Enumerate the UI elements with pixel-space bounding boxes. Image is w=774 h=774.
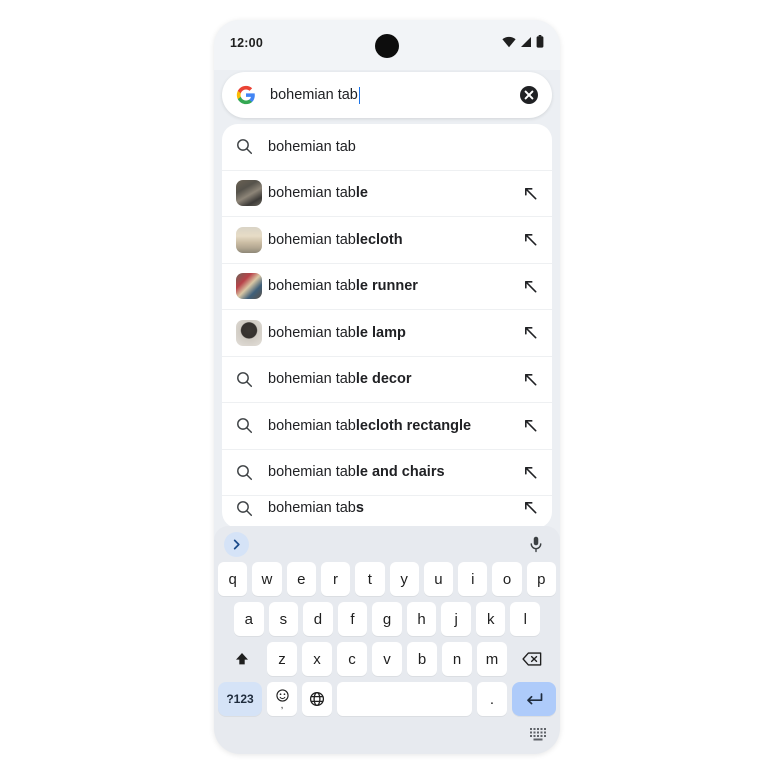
search-icon [236,371,268,388]
key-e[interactable]: e [286,562,316,596]
close-circle-icon[interactable] [520,86,538,104]
keyboard-row-1: q w e r t y u i o p [214,562,560,596]
search-bar[interactable]: bohemian tab [222,72,552,118]
key-n[interactable]: n [442,642,472,676]
arrow-up-left-icon[interactable] [516,279,538,294]
suggestion-row-1[interactable]: bohemian table [222,171,552,217]
screenshot-canvas: 12:00 bohemian tab bohemian tab bohemian… [0,0,774,774]
suggestion-text: bohemian tablecloth [268,231,403,248]
tablecloth-photo-thumbnail [236,226,268,253]
symbols-toggle-key[interactable]: ?123 [218,682,262,716]
key-a[interactable]: a [233,602,264,636]
key-b[interactable]: b [407,642,437,676]
keyboard-suggestion-strip [214,526,560,562]
key-f[interactable]: f [337,602,368,636]
key-m[interactable]: m [477,642,507,676]
language-globe-icon[interactable] [302,682,332,716]
key-h[interactable]: h [406,602,437,636]
status-bar-clock: 12:00 [230,36,263,50]
battery-icon [536,35,544,48]
suggestion-row-0[interactable]: bohemian tab [222,124,552,171]
arrow-up-left-icon[interactable] [516,418,538,433]
phone-frame: 12:00 bohemian tab bohemian tab bohemian… [214,20,560,754]
suggestion-text: bohemian table lamp [268,324,406,341]
suggestion-text: bohemian table [268,185,368,202]
key-y[interactable]: y [389,562,419,596]
key-x[interactable]: x [302,642,332,676]
on-screen-keyboard: q w e r t y u i o p a s d f g h j k l z … [214,526,560,754]
backspace-icon[interactable] [512,642,552,676]
search-icon [236,500,268,517]
keyboard-row-4: ?123 , . [214,682,560,716]
key-q[interactable]: q [218,562,248,596]
comma-label: , [280,700,284,711]
search-input[interactable]: bohemian tab [270,86,520,104]
key-k[interactable]: k [475,602,506,636]
cellular-signal-icon [520,36,532,48]
key-u[interactable]: u [423,562,454,596]
suggestions-sheet: bohemian tab bohemian table bohemian tab… [222,124,552,528]
suggestion-text: bohemian tab [268,138,356,155]
key-o[interactable]: o [492,562,522,596]
keyboard-switcher-icon[interactable] [530,728,546,742]
arrow-up-left-icon[interactable] [516,465,538,480]
wifi-icon [502,36,516,48]
space-key[interactable] [337,682,472,716]
suggestion-row-3[interactable]: bohemian table runner [222,264,552,310]
keyboard-row-3: z x c v b n m [214,642,560,676]
keyboard-bottom-bar [214,722,560,754]
key-v[interactable]: v [372,642,402,676]
suggestion-row-8[interactable]: bohemian tabs [222,496,552,526]
key-w[interactable]: w [252,562,282,596]
search-icon [236,464,268,481]
microphone-icon[interactable] [526,534,546,554]
front-camera-dot [375,34,399,58]
keyboard-row-2: a s d f g h j k l [214,602,560,636]
key-j[interactable]: j [441,602,471,636]
text-caret [358,86,361,104]
emoji-smiley-icon[interactable]: , [267,682,297,716]
key-z[interactable]: z [267,642,297,676]
table-photo-thumbnail [236,180,268,207]
suggestion-row-4[interactable]: bohemian table lamp [222,310,552,357]
suggestion-row-2[interactable]: bohemian tablecloth [222,217,552,264]
key-l[interactable]: l [510,602,541,636]
suggestion-row-5[interactable]: bohemian table decor [222,357,552,403]
suggestion-text: bohemian table decor [268,371,412,388]
search-input-value: bohemian tab [270,87,358,103]
suggestion-text: bohemian tabs [268,500,364,516]
table-runner-photo-thumbnail [236,273,268,300]
status-bar-icons [502,35,544,48]
table-lamp-photo-thumbnail [236,319,268,346]
search-icon [236,417,268,434]
suggestion-row-6[interactable]: bohemian tablecloth rectangle [222,403,552,450]
key-r[interactable]: r [320,562,351,596]
shift-up-icon[interactable] [222,642,262,676]
key-i[interactable]: i [458,562,488,596]
key-d[interactable]: d [303,602,333,636]
suggestion-text: bohemian table and chairs [268,464,445,481]
suggestion-text: bohemian table runner [268,278,418,295]
chevron-right-icon[interactable] [224,532,249,557]
arrow-up-left-icon[interactable] [516,232,538,247]
period-key[interactable]: . [477,682,507,716]
arrow-up-left-icon[interactable] [516,325,538,340]
suggestion-row-7[interactable]: bohemian table and chairs [222,450,552,496]
suggestion-text: bohemian tablecloth rectangle [268,417,472,434]
search-icon [236,138,268,155]
enter-return-icon[interactable] [512,682,556,716]
key-t[interactable]: t [355,562,385,596]
key-p[interactable]: p [526,562,556,596]
key-c[interactable]: c [337,642,367,676]
key-s[interactable]: s [268,602,299,636]
google-g-icon [236,85,256,105]
status-bar: 12:00 [214,20,560,70]
arrow-up-left-icon[interactable] [516,372,538,387]
arrow-up-left-icon[interactable] [516,500,538,515]
key-g[interactable]: g [372,602,402,636]
arrow-up-left-icon[interactable] [516,186,538,201]
